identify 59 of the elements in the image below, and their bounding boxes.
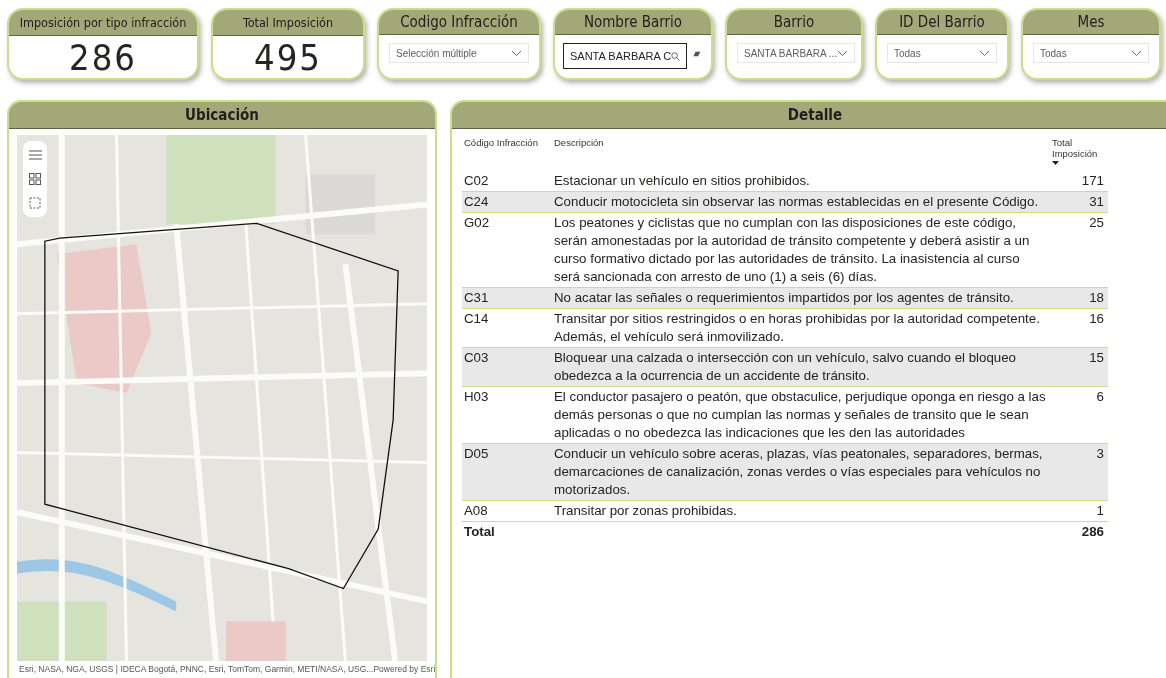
table-cell: 15 (1050, 347, 1108, 387)
card-title: Imposición por tipo infracción (9, 10, 197, 36)
table-cell: Transitar por sitios restringidos o en horas prohibidas por la autoridad competente. Además, el vehículo será inmovilizado. (552, 308, 1050, 348)
panel-title: Detalle (452, 102, 1166, 129)
dropdown[interactable]: Todas (887, 43, 997, 63)
table-cell: 3 (1050, 443, 1108, 501)
map-attribution: Esri, NASA, NGA, USGS | IDECA Bogotá, PNNC, Esri, TomTom, Garmin, METI/NASA, USG... (19, 664, 374, 674)
panel-title: Ubicación (9, 102, 435, 129)
table-cell: Conducir un vehículo sobre aceras, plazas, vías peatonales, separadores, bermas, demarcaciones de canalización, zonas verdes o vías especiales para vehículos no motorizados. (552, 443, 1050, 501)
card-title: ID Del Barrio (877, 10, 1007, 35)
column-header[interactable]: Código Infracción (462, 137, 552, 171)
table-cell: 16 (1050, 308, 1108, 348)
table-cell: Conducir motocicleta sin observar las normas establecidas en el presente Código. (552, 191, 1050, 213)
table-cell: No acatar las señales o requerimientos impartidos por los agentes de tránsito. (552, 287, 1050, 309)
dropdown[interactable]: Todas (1033, 43, 1149, 63)
card-title: Mes (1023, 10, 1159, 35)
kpi-value: 495 (253, 36, 323, 78)
table-cell: 6 (1050, 386, 1108, 444)
table-cell: A08 (462, 500, 552, 522)
chevron-icon (511, 49, 522, 57)
eraser-icon[interactable] (693, 50, 701, 58)
search-icon (671, 51, 681, 61)
grid-icon[interactable] (27, 171, 43, 187)
table-cell: C24 (462, 191, 552, 213)
total-value: 286 (1050, 521, 1108, 542)
card-title: Barrio (727, 10, 861, 35)
table-cell: 171 (1050, 171, 1108, 192)
table-cell: C31 (462, 287, 552, 309)
table-cell: 1 (1050, 500, 1108, 522)
table-cell: 18 (1050, 287, 1108, 309)
table-cell: El conductor pasajero o peatón, que obstaculice, perjudique oponga en riesgo a las demás personas o que no cumplan las normas y señales de transito que le sean aplicadas o no obedezca las indicaciones que les den las autoridades (552, 386, 1050, 444)
table-cell: Estacionar un vehículo en sitios prohibidos. (552, 171, 1050, 192)
column-header[interactable]: Descripción (552, 137, 1050, 171)
table-cell: 25 (1050, 212, 1108, 288)
chevron-icon (837, 49, 849, 57)
table-cell: Transitar por zonas prohibidas. (552, 500, 1050, 522)
esri-link[interactable]: Esri (420, 664, 435, 674)
chevron-icon (1131, 49, 1142, 57)
table-cell: H03 (462, 386, 552, 444)
table-cell: Bloquear una calzada o intersección con un vehículo, salvo cuando el bloqueo obedezca a la ocurrencia de un accidente de tránsito. (552, 347, 1050, 387)
card-title: Codigo Infracción (379, 10, 539, 35)
chevron-icon (979, 49, 990, 57)
total-label: Total (462, 521, 552, 542)
column-header[interactable]: Total Imposición (1050, 137, 1108, 171)
card-title: Total Imposición (213, 10, 363, 36)
search-field[interactable]: SANTA BARBARA C (563, 43, 688, 69)
table-cell: D05 (462, 443, 552, 501)
table-cell: 31 (1050, 191, 1108, 213)
kpi-value: 286 (68, 36, 138, 78)
powered-by-text: Powered by Esri (373, 664, 435, 674)
table-cell: G02 (462, 212, 552, 288)
table-cell: C02 (462, 171, 552, 192)
card-title: Nombre Barrio (555, 10, 711, 35)
dropdown[interactable]: Selección múltiple (389, 43, 529, 63)
dropdown[interactable]: SANTA BARBARA ... (737, 43, 856, 63)
sort-arrow-icon (1052, 161, 1059, 165)
table-cell: Los peatones y ciclistas que no cumplan con las disposiciones de este código, serán amonestadas por la autoridad de tránsito competente y deberá asistir a un curso formativo dictado por las autoridades de tránsito. La inasistencia al curso será sancionada con arresto de uno (1) a seis (6) días. (552, 212, 1050, 288)
table-cell: C03 (462, 347, 552, 387)
table-cell: C14 (462, 308, 552, 348)
